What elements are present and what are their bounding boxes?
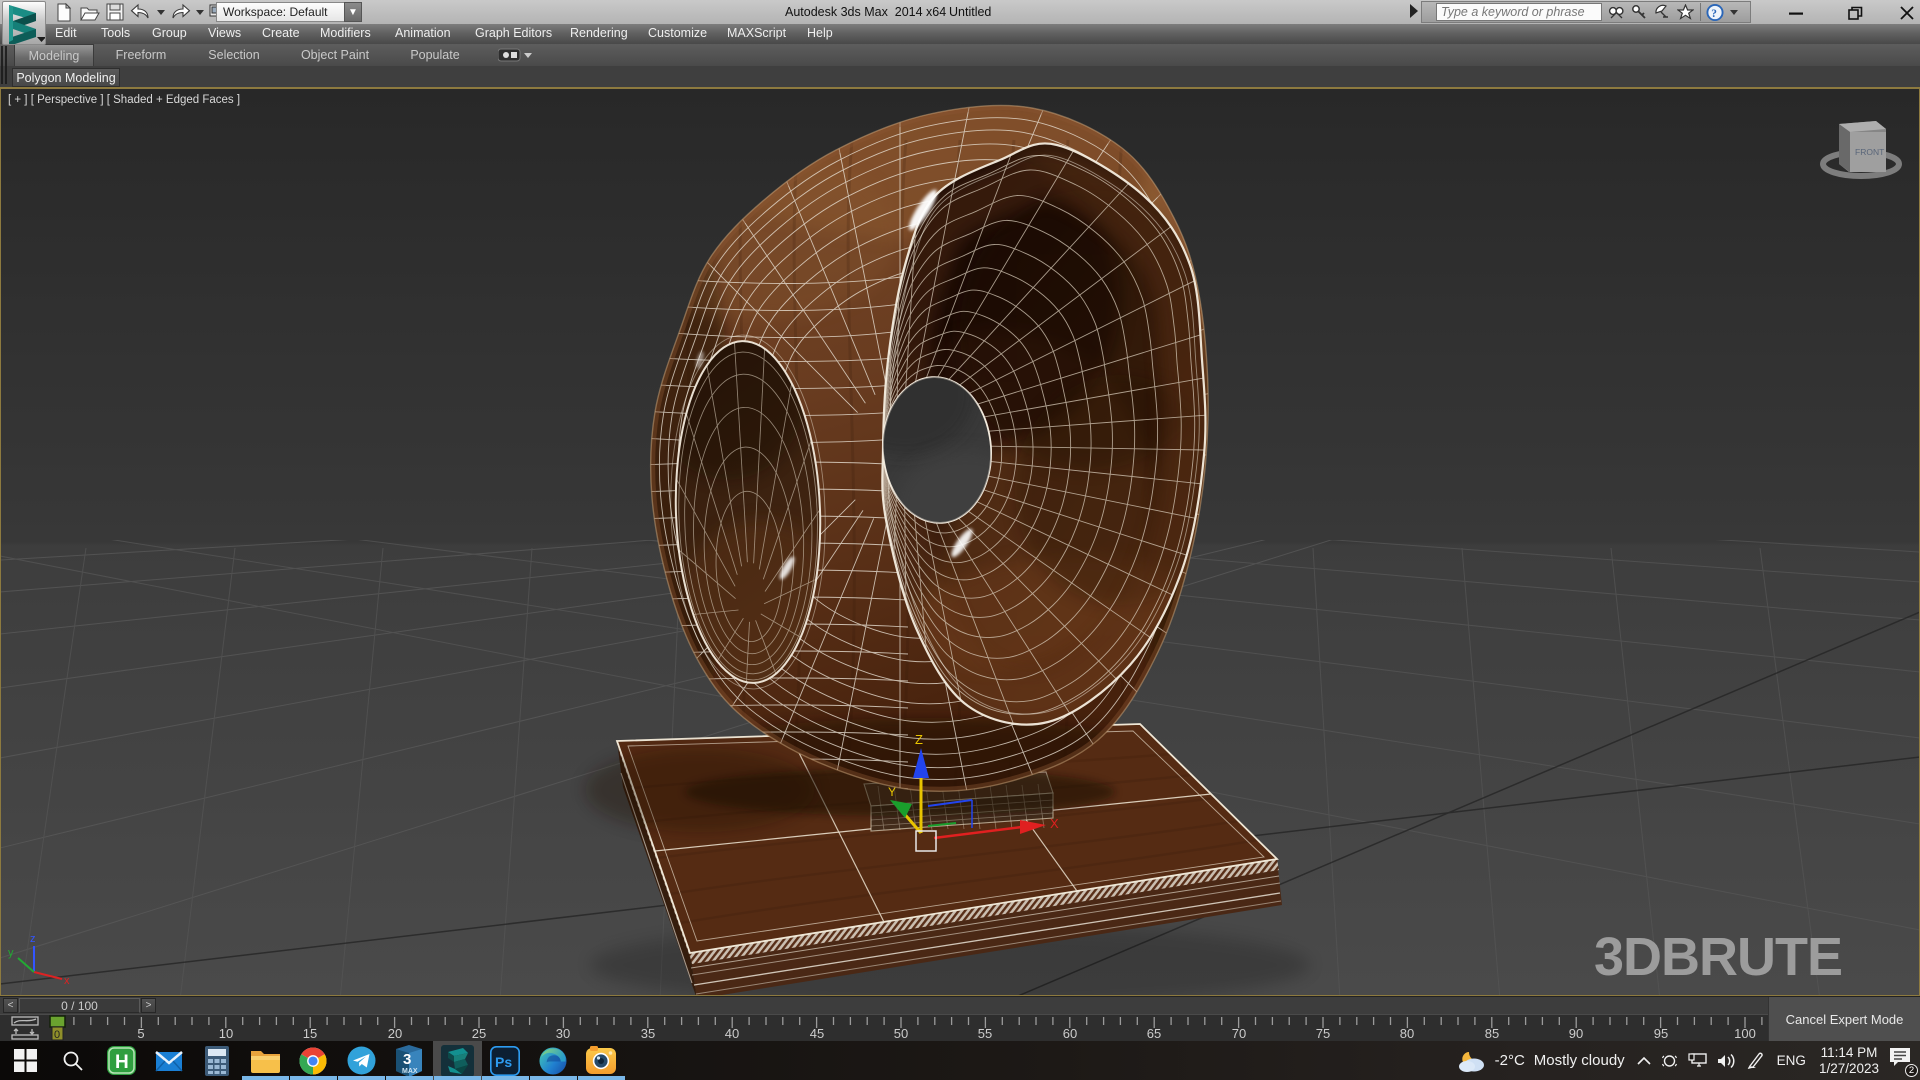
svg-text:40: 40	[725, 1026, 739, 1041]
svg-text:3DBRUTE: 3DBRUTE	[1594, 927, 1842, 987]
svg-text:X: X	[1050, 816, 1059, 831]
svg-text:FRONT: FRONT	[1855, 147, 1884, 157]
svg-text:35: 35	[641, 1026, 655, 1041]
svg-text:50: 50	[894, 1026, 908, 1041]
svg-text:60: 60	[1063, 1026, 1077, 1041]
svg-text:75: 75	[1316, 1026, 1330, 1041]
svg-text:100: 100	[1734, 1026, 1756, 1041]
svg-text:55: 55	[978, 1026, 992, 1041]
svg-text:0: 0	[54, 1029, 60, 1041]
svg-text:45: 45	[810, 1026, 824, 1041]
svg-text:z: z	[30, 933, 36, 945]
svg-text:95: 95	[1654, 1026, 1668, 1041]
svg-text:65: 65	[1147, 1026, 1161, 1041]
svg-text:?: ?	[1711, 7, 1717, 19]
svg-text:y: y	[8, 947, 14, 959]
svg-text:MAX: MAX	[402, 1068, 418, 1075]
svg-text:25: 25	[472, 1026, 486, 1041]
svg-text:90: 90	[1569, 1026, 1583, 1041]
svg-text:Z: Z	[915, 732, 923, 747]
svg-text:85: 85	[1485, 1026, 1499, 1041]
svg-text:H: H	[115, 1052, 129, 1073]
svg-text:5: 5	[137, 1026, 144, 1041]
svg-text:30: 30	[556, 1026, 570, 1041]
svg-text:15: 15	[303, 1026, 317, 1041]
svg-text:3: 3	[403, 1051, 411, 1068]
svg-text:x: x	[64, 975, 70, 987]
svg-text:[ + ] [ Perspective ] [ Shaded: [ + ] [ Perspective ] [ Shaded + Edged F…	[8, 94, 240, 106]
svg-text:Y: Y	[888, 785, 896, 799]
svg-text:Ps: Ps	[495, 1054, 512, 1070]
svg-text:10: 10	[219, 1026, 233, 1041]
svg-text:70: 70	[1232, 1026, 1246, 1041]
svg-text:20: 20	[388, 1026, 402, 1041]
svg-text:80: 80	[1400, 1026, 1414, 1041]
